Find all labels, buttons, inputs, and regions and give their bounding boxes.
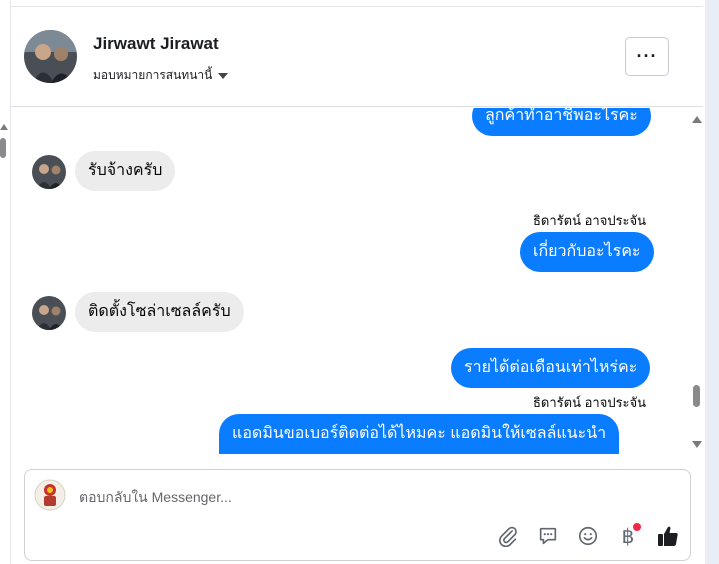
page-avatar: [34, 479, 66, 511]
message-bubble-outgoing: รายได้ต่อเดือนเท่าไหร่คะ: [451, 348, 651, 388]
message-avatar[interactable]: [32, 155, 66, 189]
composer-toolbar: ฿: [495, 523, 681, 549]
scroll-thumb[interactable]: [693, 385, 700, 407]
message-avatar[interactable]: [32, 296, 66, 330]
sender-name: ธิดารัตน์ อาจประจัน: [533, 395, 647, 410]
paperclip-icon: [499, 526, 517, 547]
like-button[interactable]: [655, 523, 681, 549]
message-bubble-incoming: รับจ้างครับ: [75, 151, 176, 191]
conversation-header: Jirwawt Jirawat มอบหมายการสนทนานี้ ···: [11, 7, 703, 107]
message-list: ลูกค้าทำอาชีพอะไรคะ รับจ้างครับ ธิดารัตน…: [11, 108, 691, 454]
message-bubble-outgoing: ลูกค้าทำอาชีพอะไรคะ: [472, 108, 651, 136]
like-icon: [658, 526, 678, 546]
assign-conversation-label: มอบหมายการสนทนานี้: [93, 68, 213, 82]
message-bubble-incoming: ติดตั้งโซล่าเซลล์ครับ: [75, 292, 244, 332]
scroll-up-arrow[interactable]: [692, 116, 702, 123]
attach-button[interactable]: [495, 523, 521, 549]
saved-replies-button[interactable]: [535, 523, 561, 549]
saved-reply-icon: [539, 527, 557, 545]
reply-composer: ฿: [24, 469, 691, 561]
left-scrollbar[interactable]: [0, 0, 11, 564]
payment-button[interactable]: ฿: [615, 523, 641, 549]
emoji-icon: [578, 526, 598, 546]
conversation-panel: Jirwawt Jirawat มอบหมายการสนทนานี้ ··· ล…: [11, 0, 703, 564]
notification-dot: [633, 523, 641, 531]
sender-name: ธิดารัตน์ อาจประจัน: [533, 213, 647, 228]
caret-down-icon: [218, 72, 229, 79]
contact-avatar[interactable]: [24, 30, 77, 83]
left-scroll-up-arrow[interactable]: [0, 124, 8, 130]
right-edge-panel: [705, 0, 719, 564]
emoji-button[interactable]: [575, 523, 601, 549]
contact-name[interactable]: Jirwawt Jirawat: [93, 34, 219, 54]
message-bubble-outgoing: แอดมินขอเบอร์ติดต่อได้ไหมคะ แอดมินให้เซล…: [219, 414, 620, 454]
reply-input[interactable]: [79, 489, 639, 505]
assign-conversation-dropdown[interactable]: มอบหมายการสนทนานี้: [93, 66, 229, 85]
left-scroll-thumb[interactable]: [0, 138, 6, 158]
message-scrollbar[interactable]: [691, 108, 703, 454]
scroll-down-arrow[interactable]: [692, 441, 702, 448]
message-bubble-outgoing: เกี่ยวกับอะไรคะ: [520, 232, 654, 272]
more-options-button[interactable]: ···: [625, 37, 669, 76]
